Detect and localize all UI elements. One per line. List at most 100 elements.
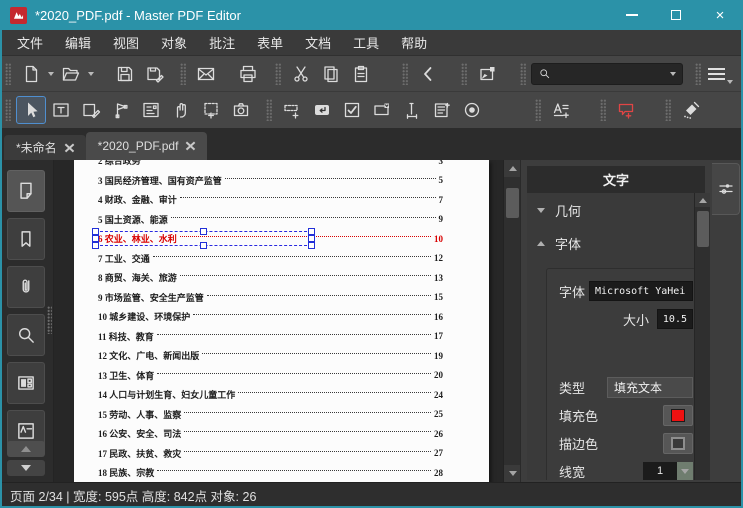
edit-forms-tool-button[interactable]	[136, 96, 166, 124]
open-file-dropdown[interactable]	[86, 60, 96, 88]
scroll-down-arrow-icon[interactable]	[504, 465, 521, 482]
hand-tool-button[interactable]	[166, 96, 196, 124]
tab-close-icon[interactable]	[186, 142, 195, 151]
panel-scroll-up-icon[interactable]	[695, 193, 710, 207]
toolbar-drag-handle[interactable]	[180, 62, 186, 85]
toc-row[interactable]: 15 劳动、人事、监察 25	[74, 405, 489, 425]
email-button[interactable]	[191, 60, 221, 88]
toc-row[interactable]: 18 民族、宗教 28	[74, 463, 489, 482]
font-family-field[interactable]: Microsoft YaHei	[589, 281, 693, 301]
toolbar-drag-handle[interactable]	[5, 99, 11, 121]
text-type-dropdown[interactable]: 填充文本	[607, 376, 693, 398]
toc-row[interactable]: 6 农业、林业、水利 10	[74, 228, 489, 249]
stroke-color-button[interactable]	[663, 432, 693, 454]
menu-item[interactable]: 文档	[294, 30, 342, 55]
toolbar-drag-handle[interactable]	[5, 62, 11, 85]
toc-row[interactable]: 5 国土资源、能源 9	[74, 210, 489, 230]
panel-scrollbar[interactable]	[694, 193, 710, 480]
sidebar-layers-button[interactable]	[7, 362, 45, 404]
close-button[interactable]: ×	[713, 8, 727, 23]
measure-tool-button[interactable]	[397, 96, 427, 124]
line-width-field[interactable]: 1	[643, 461, 677, 480]
search-box[interactable]	[531, 62, 683, 85]
toc-row[interactable]: 13 卫生、体育 20	[74, 366, 489, 386]
sidebar-scroll-down-button[interactable]	[7, 460, 45, 476]
menu-item[interactable]: 文件	[6, 30, 54, 55]
edit-image-tool-button[interactable]	[76, 96, 106, 124]
toolbar-drag-handle[interactable]	[266, 99, 272, 121]
save-button[interactable]	[110, 60, 140, 88]
toc-row[interactable]: 9 市场监管、安全生产监管 15	[74, 288, 489, 308]
section-font[interactable]: 字体	[527, 226, 710, 259]
toc-row[interactable]: 8 商贸、海关、旅游 13	[74, 268, 489, 288]
sidebar-drag-handle[interactable]	[47, 306, 52, 334]
pdf-page[interactable]: 2 综合政务 3 3 国民经济管理、国有资产监管 5 4 财政、金融、审计 7 5 国土资源…	[74, 160, 489, 482]
toc-row[interactable]: 7 工业、交通 12	[74, 249, 489, 269]
toc-row[interactable]: 14 人口与计划生育、妇女儿童工作 24	[74, 385, 489, 405]
text-field-tool-button[interactable]	[277, 96, 307, 124]
font-size-field[interactable]: 10.5	[657, 309, 693, 329]
toolbar-drag-handle[interactable]	[520, 62, 526, 85]
sidebar-scroll-up-button[interactable]	[7, 441, 45, 457]
toolbar-drag-handle[interactable]	[665, 99, 671, 121]
document-area[interactable]: 2 综合政务 3 3 国民经济管理、国有资产监管 5 4 财政、金融、审计 7 5 国土资源…	[54, 160, 503, 482]
search-dropdown-icon[interactable]	[670, 71, 676, 76]
return-key-tool-button[interactable]	[307, 96, 337, 124]
toc-row[interactable]: 3 国民经济管理、国有资产监管 5	[74, 171, 489, 191]
radio-button-tool-button[interactable]	[457, 96, 487, 124]
menu-item[interactable]: 工具	[342, 30, 390, 55]
toc-row[interactable]: 12 文化、广电、新闻出版 19	[74, 346, 489, 366]
search-input[interactable]	[556, 66, 665, 81]
sidebar-attachments-button[interactable]	[7, 266, 45, 308]
toolbar-drag-handle[interactable]	[275, 62, 281, 85]
tab-2020-pdf[interactable]: *2020_PDF.pdf	[85, 132, 208, 160]
menu-item[interactable]: 对象	[150, 30, 198, 55]
edit-path-tool-button[interactable]	[106, 96, 136, 124]
toolbar-drag-handle[interactable]	[695, 62, 701, 85]
selection-handle[interactable]	[199, 228, 207, 235]
toolbar-drag-handle[interactable]	[461, 62, 467, 85]
back-button[interactable]	[413, 60, 443, 88]
sidebar-bookmarks-button[interactable]	[7, 218, 45, 260]
minimize-button[interactable]	[625, 8, 639, 22]
open-file-button[interactable]	[56, 60, 86, 88]
fill-color-button[interactable]	[663, 404, 693, 426]
toc-row[interactable]: 10 城乡建设、环境保护 16	[74, 307, 489, 327]
new-document-dropdown[interactable]	[46, 60, 56, 88]
toc-row[interactable]: 16 公安、安全、司法 26	[74, 424, 489, 444]
line-width-dropdown[interactable]	[677, 461, 693, 480]
toc-row[interactable]: 17 民政、扶贫、救灾 27	[74, 444, 489, 464]
callout-annotation-button[interactable]	[611, 96, 641, 124]
snapshot-button[interactable]	[472, 60, 502, 88]
menu-item[interactable]: 编辑	[54, 30, 102, 55]
sidebar-search-button[interactable]	[7, 314, 45, 356]
toolbar-drag-handle[interactable]	[600, 99, 606, 121]
cut-button[interactable]	[286, 60, 316, 88]
edit-text-tool-button[interactable]	[46, 96, 76, 124]
toolbar-drag-handle[interactable]	[402, 62, 408, 85]
sidebar-pages-button[interactable]	[7, 170, 45, 212]
toc-row[interactable]: 11 科技、教育 17	[74, 327, 489, 347]
combobox-tool-button[interactable]	[367, 96, 397, 124]
selection-handle[interactable]	[308, 228, 315, 235]
save-as-button[interactable]	[140, 60, 170, 88]
toc-row[interactable]: 2 综合政务 3	[74, 160, 489, 171]
copy-button[interactable]	[316, 60, 346, 88]
menu-item[interactable]: 视图	[102, 30, 150, 55]
tab-untitled[interactable]: *未命名	[4, 135, 86, 160]
scroll-up-arrow-icon[interactable]	[504, 160, 521, 177]
menu-item[interactable]: 帮助	[390, 30, 438, 55]
listbox-tool-button[interactable]	[427, 96, 457, 124]
signature-tool-button[interactable]	[676, 96, 706, 124]
menu-item[interactable]: 批注	[198, 30, 246, 55]
new-document-button[interactable]	[16, 60, 46, 88]
add-text-annotation-button[interactable]	[546, 96, 576, 124]
toolbar-menu-button[interactable]	[706, 64, 733, 84]
document-scrollbar[interactable]	[503, 160, 521, 482]
panel-toggle-flap[interactable]	[712, 163, 740, 215]
menu-item[interactable]: 表单	[246, 30, 294, 55]
toc-row[interactable]: 4 财政、金融、审计 7	[74, 190, 489, 210]
toolbar-drag-handle[interactable]	[535, 99, 541, 121]
scrollbar-thumb[interactable]	[506, 188, 519, 218]
checkbox-tool-button[interactable]	[337, 96, 367, 124]
